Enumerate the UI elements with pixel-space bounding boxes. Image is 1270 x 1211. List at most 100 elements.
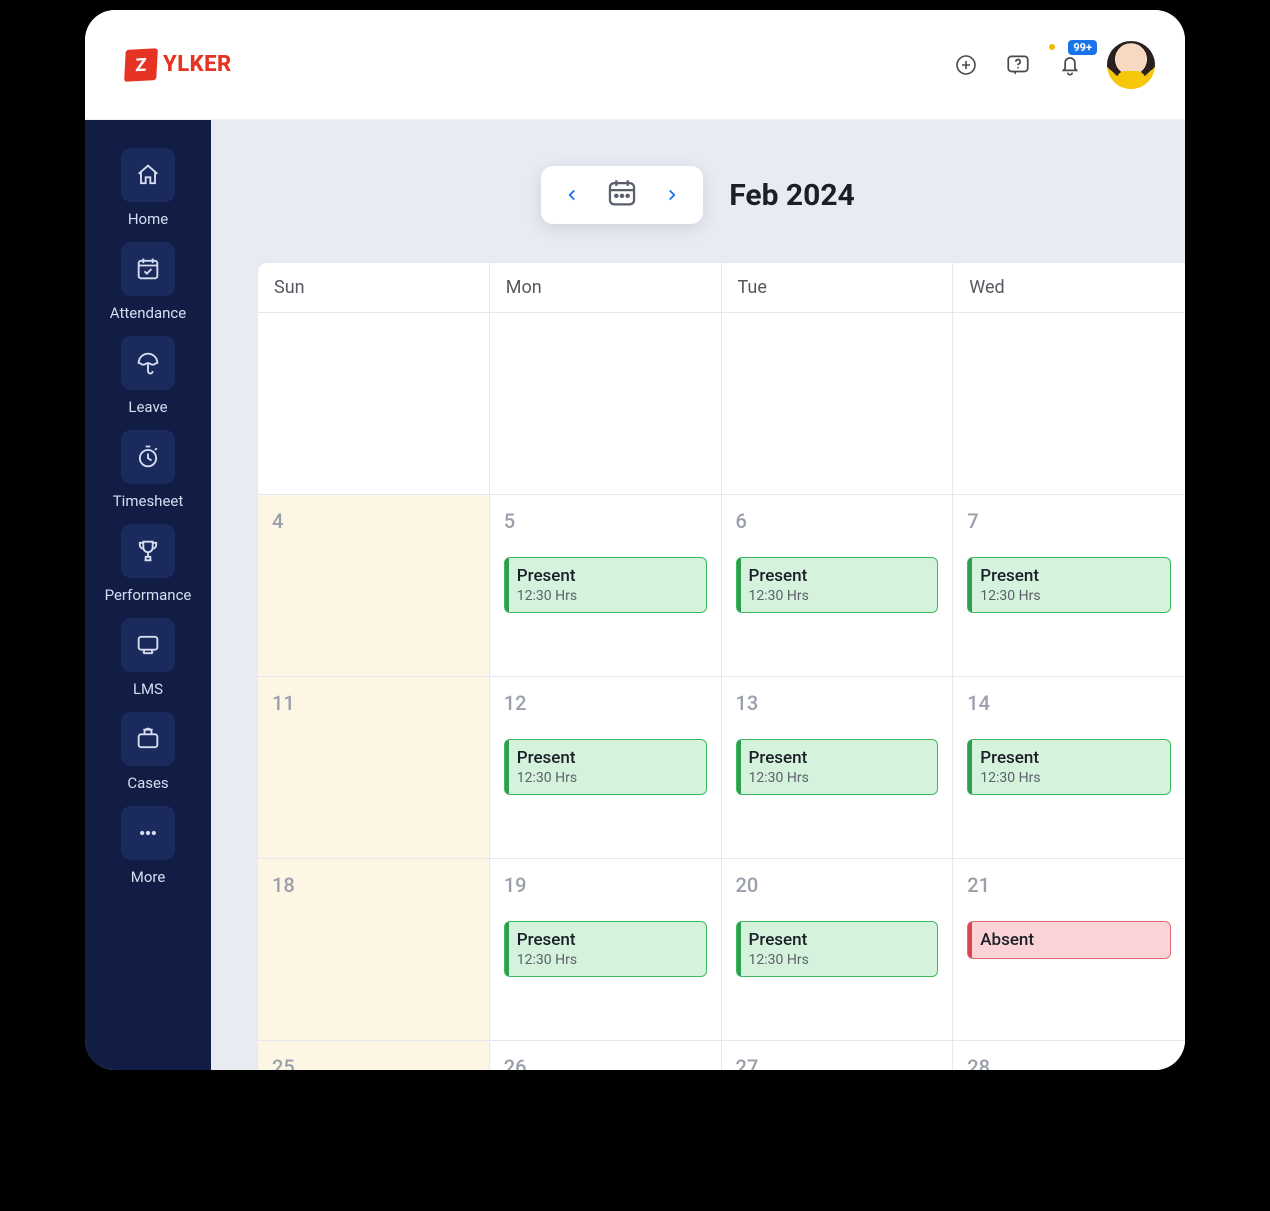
notification-count-badge: 99+: [1068, 40, 1097, 55]
calendar-day-cell[interactable]: 5Present12:30 Hrs: [490, 495, 722, 677]
sidebar-item-label: Home: [128, 210, 168, 228]
prev-month-button[interactable]: [555, 178, 589, 212]
sidebar-item-label: Timesheet: [113, 492, 184, 510]
calendar-day-cell[interactable]: 7Present12:30 Hrs: [953, 495, 1185, 677]
calendar-header-row: SunMonTueWed: [258, 263, 1185, 313]
event-title: Absent: [980, 930, 1158, 950]
brand-name: YLKER: [163, 52, 232, 77]
sidebar-item-attendance[interactable]: Attendance: [85, 242, 211, 322]
attendance-event-absent[interactable]: Absent: [967, 921, 1171, 959]
day-number: 18: [272, 873, 475, 897]
calendar-day-cell[interactable]: [722, 313, 954, 495]
calendar-week-row: 1112Present12:30 Hrs13Present12:30 Hrs14…: [258, 677, 1185, 859]
notifications-button[interactable]: 99+: [1055, 50, 1085, 80]
add-button[interactable]: [951, 50, 981, 80]
sidebar-item-timesheet[interactable]: Timesheet: [85, 430, 211, 510]
calendar-day-cell[interactable]: 27: [722, 1041, 954, 1070]
sidebar-item-leave[interactable]: Leave: [85, 336, 211, 416]
sidebar-item-label: LMS: [133, 680, 163, 698]
attendance-event-present[interactable]: Present 12:30 Hrs: [736, 921, 939, 977]
calendar-day-cell[interactable]: 4: [258, 495, 490, 677]
day-number: 4: [272, 509, 475, 533]
next-month-button[interactable]: [655, 178, 689, 212]
day-number: 27: [736, 1055, 939, 1070]
sidebar-item-label: Performance: [105, 586, 192, 604]
attendance-event-present[interactable]: Present 12:30 Hrs: [504, 921, 707, 977]
day-number: 6: [736, 509, 939, 533]
day-number: 12: [504, 691, 707, 715]
sidebar-item-label: Cases: [127, 774, 168, 792]
event-hours: 12:30 Hrs: [749, 952, 926, 968]
sidebar: Home Attendance Leave Timesheet Performa…: [85, 120, 211, 1070]
sparkle-icon: [1049, 44, 1055, 50]
calendar-day-cell[interactable]: [953, 313, 1185, 495]
calendar-day-cell[interactable]: 20 Present 12:30 Hrs: [722, 859, 954, 1041]
event-title: Present: [980, 566, 1158, 586]
attendance-calendar: SunMonTueWed 45Present12:30 Hrs6Present1…: [257, 262, 1185, 1070]
stopwatch-icon: [121, 430, 175, 484]
attendance-event-present[interactable]: Present12:30 Hrs: [504, 557, 707, 613]
sidebar-item-more[interactable]: More: [85, 806, 211, 886]
event-hours: 12:30 Hrs: [517, 952, 694, 968]
attendance-event-present[interactable]: Present12:30 Hrs: [736, 739, 939, 795]
calendar-day-cell[interactable]: 25: [258, 1041, 490, 1070]
event-hours: 12:30 Hrs: [517, 770, 694, 786]
calendar-day-cell[interactable]: 13 Present12:30 Hrs: [722, 677, 954, 859]
chevron-left-icon: [563, 186, 581, 204]
month-navigator: Feb 2024: [211, 120, 1185, 262]
home-icon: [121, 148, 175, 202]
calendar-day-cell[interactable]: 6 Present12:30 Hrs: [722, 495, 954, 677]
calendar-icon[interactable]: [597, 176, 647, 214]
attendance-event-present[interactable]: Present12:30 Hrs: [967, 557, 1171, 613]
calendar-day-cell[interactable]: 12 Present12:30 Hrs: [490, 677, 722, 859]
user-avatar[interactable]: [1107, 41, 1155, 89]
sidebar-item-performance[interactable]: Performance: [85, 524, 211, 604]
help-button[interactable]: [1003, 50, 1033, 80]
topbar: Z YLKER 99+: [85, 10, 1185, 120]
day-number: 11: [272, 691, 475, 715]
event-hours: 12:30 Hrs: [517, 588, 694, 604]
sidebar-item-label: Attendance: [110, 304, 186, 322]
sidebar-item-label: Leave: [128, 398, 167, 416]
calendar-day-cell[interactable]: 28: [953, 1041, 1185, 1070]
sidebar-item-lms[interactable]: LMS: [85, 618, 211, 698]
calendar-week-row: 1819Present12:30 Hrs20Present12:30 Hrs21…: [258, 859, 1185, 1041]
day-number: 14: [967, 691, 1171, 715]
event-title: Present: [749, 566, 926, 586]
calendar-day-cell[interactable]: 19Present12:30 Hrs: [490, 859, 722, 1041]
event-title: Present: [749, 930, 926, 950]
day-number: 26: [504, 1055, 707, 1070]
calendar-week-row: 45Present12:30 Hrs6Present12:30 Hrs7Pres…: [258, 495, 1185, 677]
bell-icon: [1057, 52, 1083, 78]
event-title: Present: [517, 930, 694, 950]
day-number: 21: [967, 873, 1171, 897]
month-selector: [541, 166, 703, 224]
calendar-day-cell[interactable]: 26: [490, 1041, 722, 1070]
trophy-icon: [121, 524, 175, 578]
calendar-day-cell[interactable]: [490, 313, 722, 495]
calendar-day-cell[interactable]: 21 Absent: [953, 859, 1185, 1041]
event-title: Present: [749, 748, 926, 768]
calendar-week-row: [258, 313, 1185, 495]
attendance-event-present[interactable]: Present12:30 Hrs: [504, 739, 707, 795]
day-number: 13: [736, 691, 939, 715]
chevron-right-icon: [663, 186, 681, 204]
calendar-day-header: Tue: [722, 263, 954, 313]
calendar-day-cell[interactable]: [258, 313, 490, 495]
day-number: 28: [967, 1055, 1171, 1070]
brand-mark: Z: [124, 48, 158, 82]
attendance-event-present[interactable]: Present12:30 Hrs: [736, 557, 939, 613]
main-content: Feb 2024 SunMonTueWed 4 5Present12:30 Hrs…: [211, 120, 1185, 1070]
calendar-day-cell[interactable]: 14 Present 12:30 Hrs: [953, 677, 1185, 859]
attendance-event-present[interactable]: Present 12:30 Hrs: [967, 739, 1171, 795]
sidebar-item-cases[interactable]: Cases: [85, 712, 211, 792]
event-hours: 12:30 Hrs: [980, 770, 1158, 786]
calendar-day-cell[interactable]: 11: [258, 677, 490, 859]
sidebar-item-label: More: [131, 868, 166, 886]
calendar-day-cell[interactable]: 18: [258, 859, 490, 1041]
sidebar-item-home[interactable]: Home: [85, 148, 211, 228]
event-title: Present: [980, 748, 1158, 768]
calendar-week-row: 25 26 27 28: [258, 1041, 1185, 1070]
day-number: 20: [736, 873, 939, 897]
umbrella-icon: [121, 336, 175, 390]
